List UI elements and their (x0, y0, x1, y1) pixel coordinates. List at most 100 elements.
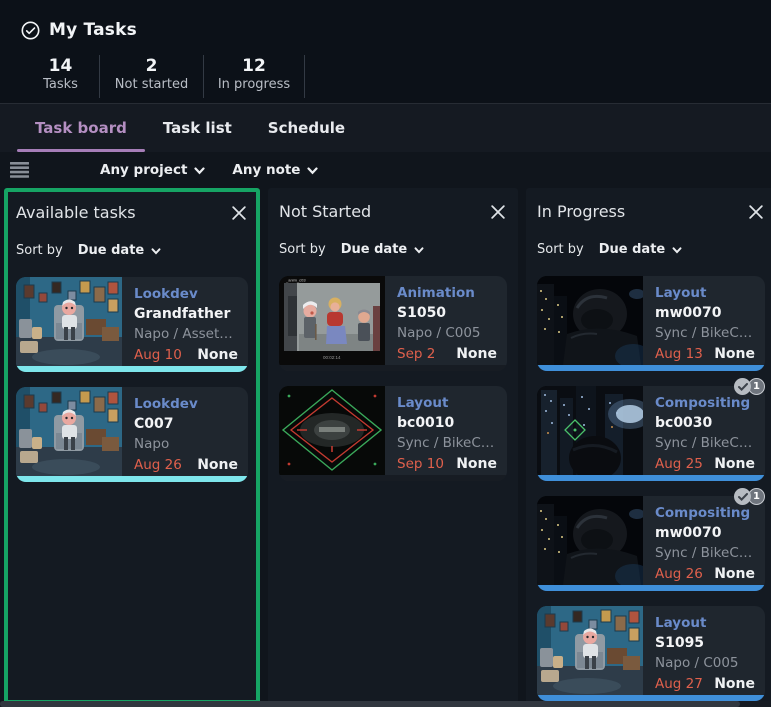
task-type-label: Layout (655, 285, 707, 301)
task-bottom-row: Aug 13 None (655, 344, 755, 364)
filter-bar: Any project Any note (0, 152, 771, 188)
horizontal-scrollbar-track (0, 701, 771, 707)
task-bottom-row: Aug 26 None (655, 564, 755, 584)
chevron-down-icon (307, 167, 319, 175)
tab-schedule[interactable]: Schedule (250, 104, 363, 152)
task-done-badge-icon (734, 488, 751, 505)
task-board: Available tasks Sort by Due date Lookdev… (0, 188, 771, 704)
task-project-path: Napo / C005 (655, 655, 739, 671)
sort-value-label: Due date (77, 243, 145, 258)
task-status-strip (537, 585, 765, 591)
task-thumbnail (537, 276, 643, 365)
task-card[interactable]: 1 Compositing bc0030 Sync / BikeChase (537, 378, 765, 481)
card-badges: 1 (734, 488, 765, 505)
stats-row: 14 Tasks 2 Not started 12 In progress (22, 55, 771, 98)
project-filter-dropdown[interactable]: Any project (100, 162, 206, 178)
card-body: Compositing mw0070 Sync / BikeChase Aug … (537, 496, 765, 591)
stat-value: 2 (145, 56, 158, 76)
task-type-label: Lookdev (134, 286, 198, 302)
sort-row: Sort by Due date (279, 242, 507, 257)
column-header: Not Started (279, 202, 507, 221)
card-body: Lookdev C007 Napo Aug 26 None (16, 387, 248, 482)
task-type-label: Compositing (655, 505, 751, 521)
card-body: Layout mw0070 Sync / BikeChase Aug 13 No… (537, 276, 765, 371)
svg-text:_anim_c03: _anim_c03 (285, 278, 306, 283)
task-info: Compositing mw0070 Sync / BikeChase Aug … (643, 496, 765, 591)
task-card[interactable]: Lookdev C007 Napo Aug 26 None (16, 387, 248, 482)
task-card[interactable]: Layout S1095 Napo / C005 Aug 27 None (537, 606, 765, 701)
task-bottom-row: Aug 25 None (655, 454, 755, 474)
task-entity-name: S1050 (397, 305, 447, 321)
task-info: Animation S1050 Napo / C005 Sep 2 None (385, 276, 507, 371)
task-project-path: Napo (134, 436, 170, 452)
task-info: Compositing bc0030 Sync / BikeChase Aug … (643, 386, 765, 481)
sort-row: Sort by Due date (16, 243, 248, 258)
task-done-badge-icon (734, 378, 751, 395)
task-due-date: Aug 27 (655, 676, 703, 692)
task-entity-name: bc0030 (655, 415, 713, 431)
column-close-button[interactable] (230, 204, 248, 222)
task-priority: None (456, 456, 497, 472)
task-thumbnail (537, 496, 643, 585)
card-body: _anim_c03 00:02:14 Animation S1050 Napo … (279, 276, 507, 371)
tab-label: Task list (162, 119, 232, 137)
task-entity-name: Grandfather (134, 306, 231, 322)
task-priority: None (714, 566, 755, 582)
task-type-label: Layout (397, 395, 449, 411)
task-info: Layout bc0010 Sync / BikeChase Sep 10 No… (385, 386, 507, 481)
task-entity-name: C007 (134, 416, 174, 432)
task-card[interactable]: 1 Compositing mw0070 Sync / BikeChase Au… (537, 488, 765, 591)
task-card[interactable]: Layout bc0010 Sync / BikeChase Sep 10 No… (279, 386, 507, 481)
card-list: _anim_c03 00:02:14 Animation S1050 Napo … (279, 276, 507, 481)
task-project-path: Sync / BikeChase (655, 545, 755, 561)
task-thumbnail (537, 386, 643, 475)
task-priority: None (714, 456, 755, 472)
task-entity-name: mw0070 (655, 305, 722, 321)
task-due-date: Sep 10 (397, 456, 444, 472)
task-entity-name: bc0010 (397, 415, 455, 431)
chevron-down-icon (151, 248, 161, 255)
tab-bar: Task board Task list Schedule (0, 103, 771, 152)
sort-value-label: Due date (598, 242, 666, 257)
task-due-date: Aug 13 (655, 346, 703, 362)
task-project-path: Sync / BikeChase (655, 435, 755, 451)
column-header: Available tasks (16, 203, 248, 222)
task-status-strip (16, 476, 248, 482)
task-due-date: Aug 26 (655, 566, 703, 582)
tab-task-list[interactable]: Task list (145, 104, 250, 152)
task-priority: None (714, 676, 755, 692)
task-card[interactable]: Layout mw0070 Sync / BikeChase Aug 13 No… (537, 276, 765, 371)
task-card[interactable]: _anim_c03 00:02:14 Animation S1050 Napo … (279, 276, 507, 371)
column-title: Available tasks (16, 203, 136, 222)
task-status-strip (537, 365, 765, 371)
tab-task-board[interactable]: Task board (17, 104, 145, 152)
column-header: In Progress (537, 202, 765, 221)
column-close-button[interactable] (489, 203, 507, 221)
sort-dropdown[interactable]: Due date (78, 243, 162, 258)
card-badges: 1 (734, 378, 765, 395)
stat-value: 12 (242, 56, 266, 76)
list-view-icon[interactable] (10, 162, 29, 178)
horizontal-scrollbar-thumb[interactable] (0, 701, 741, 707)
task-project-path: Sync / BikeChase (397, 435, 497, 451)
sort-dropdown[interactable]: Due date (599, 242, 683, 257)
page-title-row: My Tasks (21, 20, 771, 40)
task-type-label: Layout (655, 615, 707, 631)
card-body: Layout bc0010 Sync / BikeChase Sep 10 No… (279, 386, 507, 481)
card-body: Lookdev Grandfather Napo / Asset_Builds … (16, 277, 248, 372)
column-not-started: Not Started Sort by Due date _anim_c03 0… (268, 188, 518, 704)
stat-label: Not started (114, 77, 189, 92)
task-thumbnail (16, 277, 122, 366)
card-list: Lookdev Grandfather Napo / Asset_Builds … (16, 277, 248, 482)
task-priority: None (197, 347, 238, 363)
task-card[interactable]: Lookdev Grandfather Napo / Asset_Builds … (16, 277, 248, 372)
sort-by-label: Sort by (16, 243, 63, 258)
sort-dropdown[interactable]: Due date (341, 242, 425, 257)
card-list: Layout mw0070 Sync / BikeChase Aug 13 No… (537, 276, 765, 701)
task-project-path: Napo / Asset_Builds (134, 326, 238, 342)
column-close-button[interactable] (747, 203, 765, 221)
task-thumbnail (16, 387, 122, 476)
task-project-path: Sync / BikeChase (655, 325, 755, 341)
note-filter-dropdown[interactable]: Any note (232, 162, 319, 178)
task-type-label: Lookdev (134, 396, 198, 412)
